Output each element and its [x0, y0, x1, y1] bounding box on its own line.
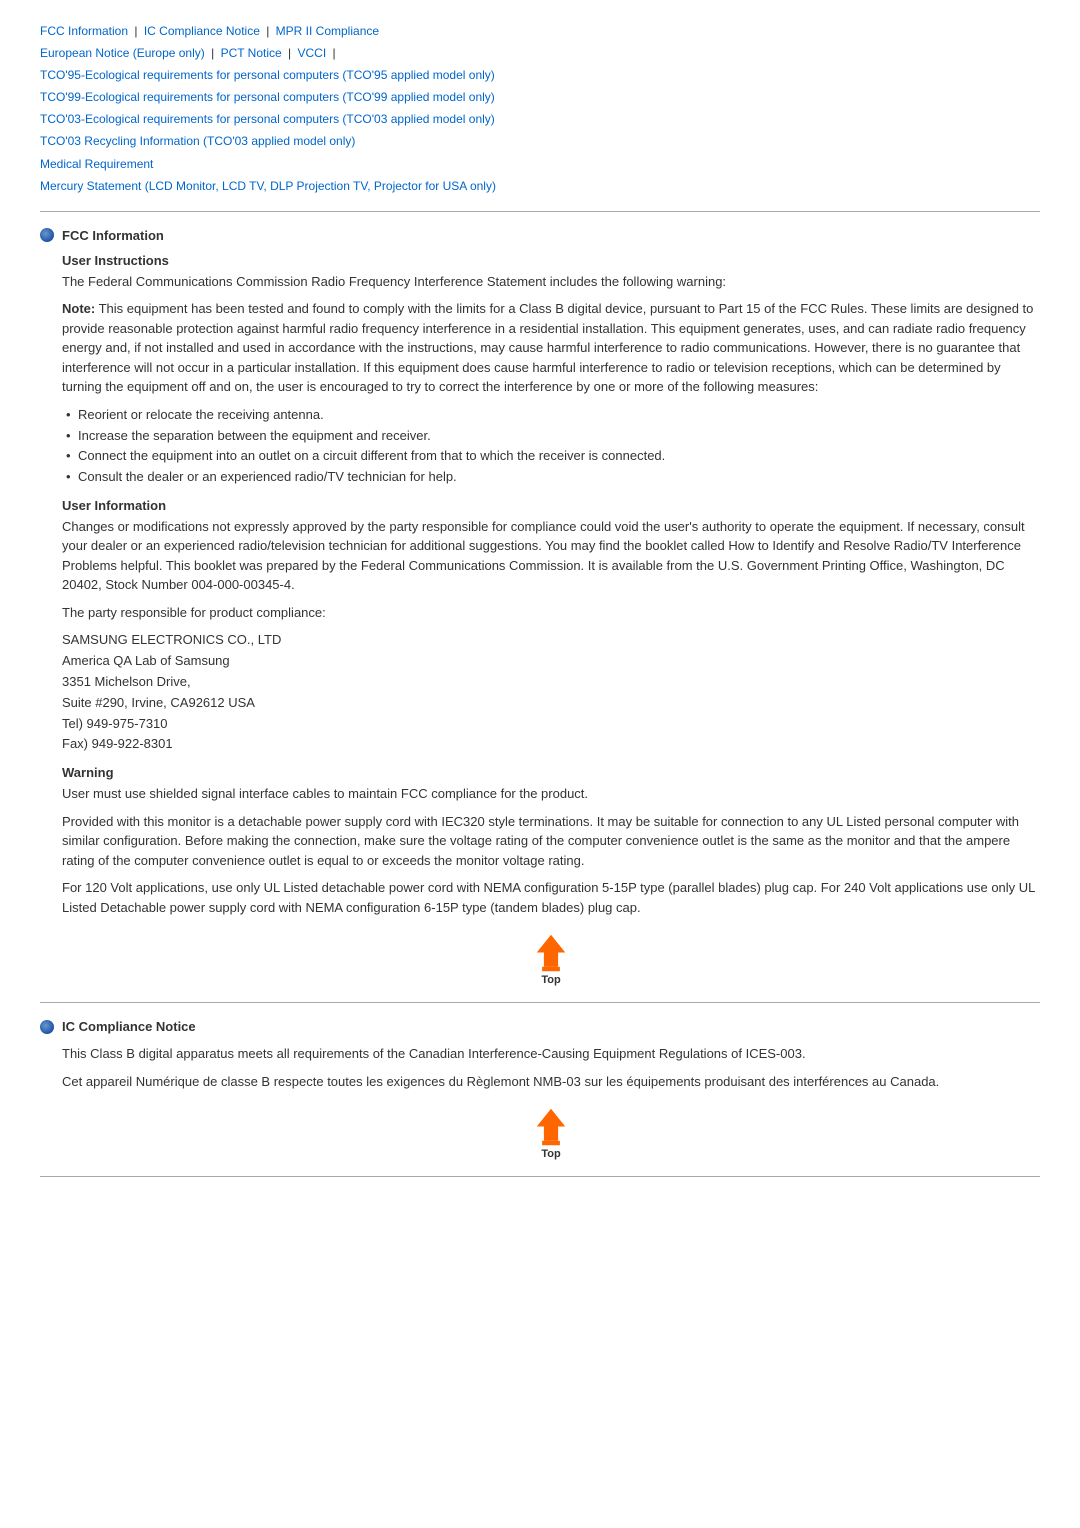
- ic-section-header: IC Compliance Notice: [40, 1019, 1040, 1034]
- warning-text1: User must use shielded signal interface …: [62, 784, 1040, 804]
- top-label-2: Top: [541, 1148, 560, 1160]
- nav-link-pct[interactable]: PCT Notice: [221, 45, 282, 60]
- fcc-note-paragraph: Note: This equipment has been tested and…: [62, 299, 1040, 397]
- fcc-section: FCC Information User Instructions The Fe…: [40, 228, 1040, 986]
- address-line: Suite #290, Irvine, CA92612 USA: [62, 693, 1040, 714]
- navigation-links: FCC Information | IC Compliance Notice |…: [40, 20, 1040, 197]
- nav-link-ic[interactable]: IC Compliance Notice: [144, 23, 260, 38]
- user-instructions-intro: The Federal Communications Commission Ra…: [62, 272, 1040, 292]
- list-item: Increase the separation between the equi…: [62, 426, 1040, 447]
- address-line: SAMSUNG ELECTRONICS CO., LTD: [62, 630, 1040, 651]
- fcc-bullet-list: Reorient or relocate the receiving anten…: [62, 405, 1040, 488]
- ic-text2: Cet appareil Numérique de classe B respe…: [62, 1072, 1040, 1092]
- top-arrow-icon-2: [531, 1107, 571, 1147]
- address-line: America QA Lab of Samsung: [62, 651, 1040, 672]
- nav-link-vcci[interactable]: VCCI: [298, 45, 327, 60]
- nav-link-tco03[interactable]: TCO'03-Ecological requirements for perso…: [40, 111, 495, 126]
- nav-link-mpr[interactable]: MPR II Compliance: [276, 23, 379, 38]
- warning-heading: Warning: [62, 765, 1040, 780]
- fcc-bottom-divider: [40, 1002, 1040, 1003]
- warning-text2: Provided with this monitor is a detachab…: [62, 812, 1040, 871]
- note-bold: Note:: [62, 301, 95, 316]
- address-line: 3351 Michelson Drive,: [62, 672, 1040, 693]
- ic-section-title: IC Compliance Notice: [62, 1019, 196, 1034]
- address-block: SAMSUNG ELECTRONICS CO., LTD America QA …: [62, 630, 1040, 755]
- nav-link-medical[interactable]: Medical Requirement: [40, 156, 153, 171]
- ic-text1: This Class B digital apparatus meets all…: [62, 1044, 1040, 1064]
- nav-link-fcc[interactable]: FCC Information: [40, 23, 128, 38]
- ic-top-button[interactable]: Top: [531, 1107, 571, 1160]
- note-text: This equipment has been tested and found…: [62, 301, 1033, 394]
- list-item: Connect the equipment into an outlet on …: [62, 446, 1040, 467]
- top-label: Top: [541, 974, 560, 986]
- nav-link-tco99[interactable]: TCO'99-Ecological requirements for perso…: [40, 89, 495, 104]
- nav-link-mercury[interactable]: Mercury Statement (LCD Monitor, LCD TV, …: [40, 178, 496, 193]
- user-info-heading: User Information: [62, 498, 1040, 513]
- fcc-section-header: FCC Information: [40, 228, 1040, 243]
- nav-link-tco95[interactable]: TCO'95-Ecological requirements for perso…: [40, 67, 495, 82]
- nav-link-tco03r[interactable]: TCO'03 Recycling Information (TCO'03 app…: [40, 133, 355, 148]
- ic-dot-icon: [40, 1020, 54, 1034]
- fcc-top-button-container: Top: [62, 933, 1040, 986]
- user-info-text: Changes or modifications not expressly a…: [62, 517, 1040, 595]
- party-intro: The party responsible for product compli…: [62, 603, 1040, 623]
- nav-link-eu[interactable]: European Notice (Europe only): [40, 45, 205, 60]
- address-line: Tel) 949-975-7310: [62, 714, 1040, 735]
- ic-top-button-container: Top: [62, 1107, 1040, 1160]
- ic-content: This Class B digital apparatus meets all…: [62, 1044, 1040, 1160]
- fcc-top-button[interactable]: Top: [531, 933, 571, 986]
- list-item: Consult the dealer or an experienced rad…: [62, 467, 1040, 488]
- user-instructions-heading: User Instructions: [62, 253, 1040, 268]
- fcc-dot-icon: [40, 228, 54, 242]
- top-divider: [40, 211, 1040, 212]
- top-arrow-icon: [531, 933, 571, 973]
- list-item: Reorient or relocate the receiving anten…: [62, 405, 1040, 426]
- fcc-content: User Instructions The Federal Communicat…: [62, 253, 1040, 986]
- ic-section: IC Compliance Notice This Class B digita…: [40, 1019, 1040, 1160]
- ic-bottom-divider: [40, 1176, 1040, 1177]
- warning-text3: For 120 Volt applications, use only UL L…: [62, 878, 1040, 917]
- address-line: Fax) 949-922-8301: [62, 734, 1040, 755]
- fcc-section-title: FCC Information: [62, 228, 164, 243]
